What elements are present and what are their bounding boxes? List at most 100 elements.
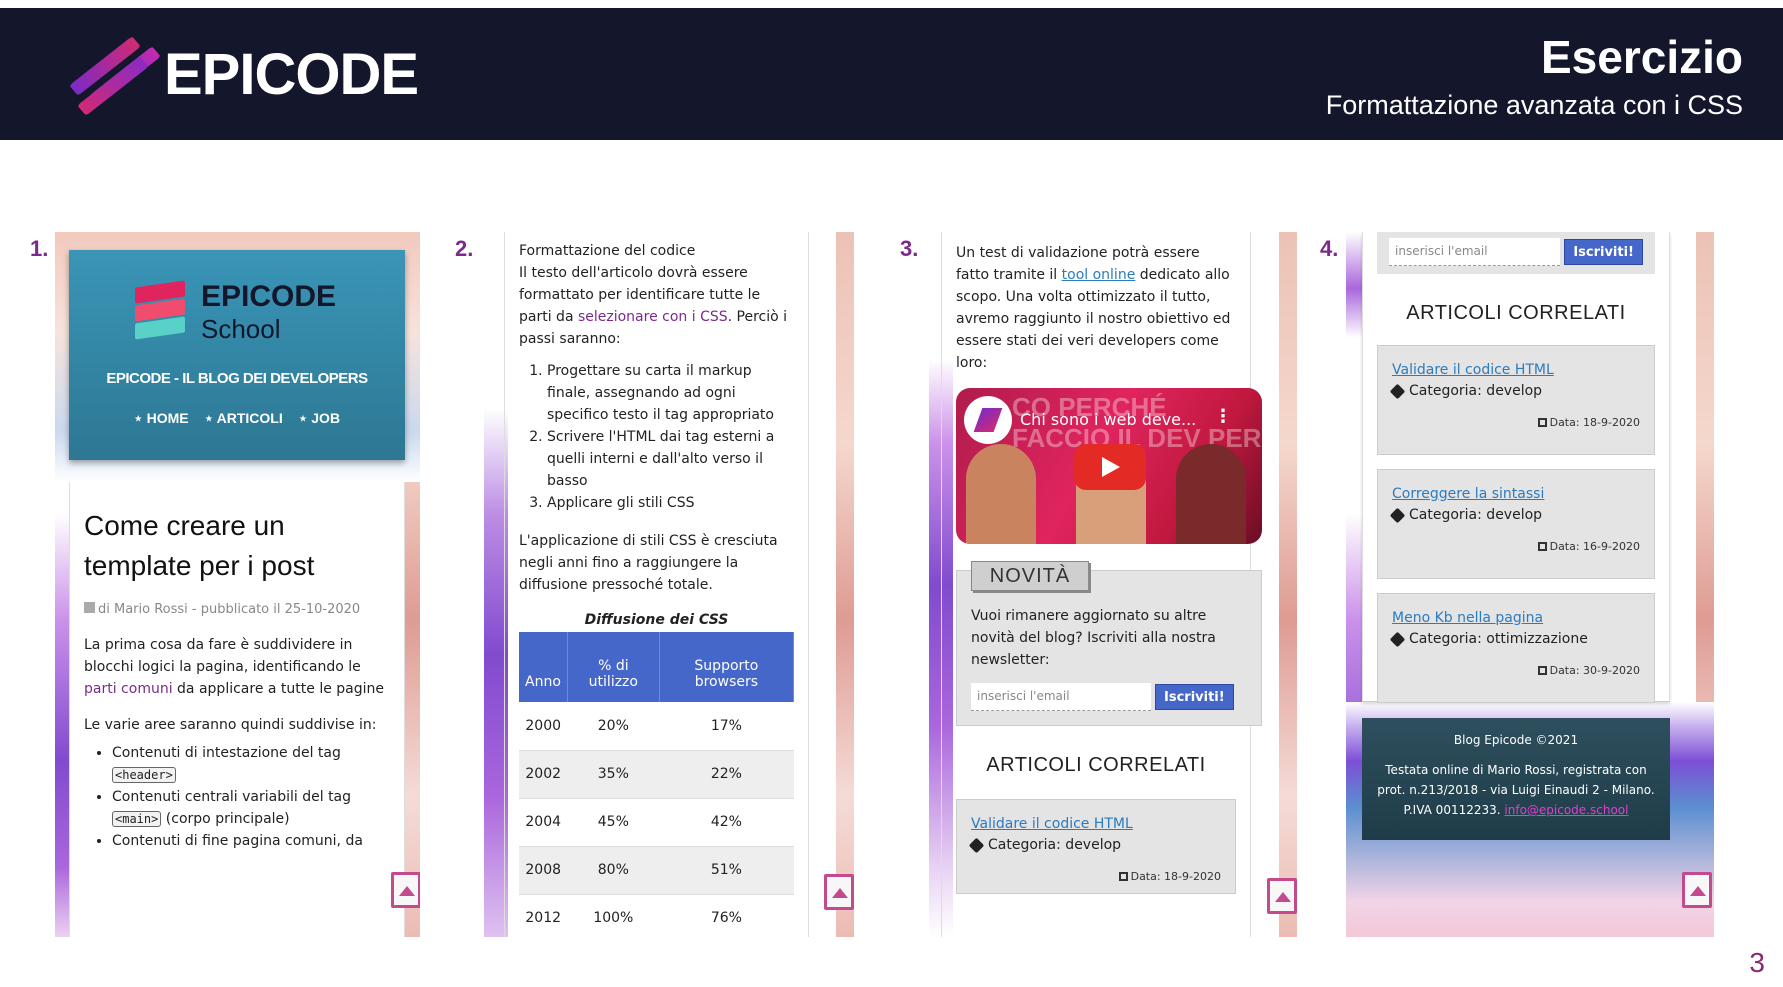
tag-icon [968,837,985,853]
more-options-icon[interactable]: ⋮ [1214,406,1232,427]
footer-email-link[interactable]: info@epicode.school [1504,803,1628,817]
youtube-video-embed[interactable]: CO PERCHÉ FACCIO IL DEV PER Chi sono i w… [956,388,1262,544]
table-row: 2002 35% 22% [519,750,794,799]
school-brand: EPICODE [201,280,337,313]
footer-legal: Testata online di Mario Rossi, registrat… [1377,763,1655,817]
table-header: Supporto browsers [659,632,795,702]
page-number: 3 [1749,947,1765,978]
slide-title: Esercizio [1541,31,1743,83]
tool-online-link[interactable]: tool online [1062,267,1136,283]
article-body: Come creare un template per i post di Ma… [69,482,405,937]
steps-list: Progettare su carta il markup finale, as… [547,360,794,514]
calendar-icon [1118,872,1128,881]
panel-1-screenshot: EPICODE School EPICODE - IL BLOG DEI DEV… [55,232,420,937]
edit-icon [84,602,95,613]
blog-footer: Blog Epicode ©2021 Testata online di Mar… [1362,718,1670,840]
table-row: 2000 20% 17% [519,702,794,751]
school-label: School [201,314,281,344]
email-input[interactable]: inserisci l'email [971,683,1151,711]
footer-copyright: Blog Epicode ©2021 [1453,733,1579,747]
brand-name: EPICODE [164,41,419,107]
table-header: Anno [519,632,568,702]
article-body: inserisci l'email Iscriviti! ARTICOLI CO… [1362,232,1670,703]
subscribe-bar: inserisci l'email Iscriviti! [1377,232,1655,274]
related-article-card: Correggere la sintassi Categoria: develo… [1377,469,1655,579]
related-article-link[interactable]: Validare il codice HTML [1392,360,1640,380]
related-article-date: Data: 18-9-2020 [1392,416,1640,429]
article-title: Come creare un template per i post [84,510,315,581]
slide: EPICODE Esercizio Formattazione avanzata… [0,0,1783,987]
subscribe-form: inserisci l'email Iscriviti! [1389,238,1643,266]
calendar-icon [1537,418,1547,427]
newsletter-text: Vuoi rimanere aggiornato su altre novità… [971,608,1216,668]
panel-3-screenshot: Un test di validazione potrà essere fatt… [929,232,1297,937]
panel-4-screenshot: inserisci l'email Iscriviti! ARTICOLI CO… [1346,232,1714,937]
news-tab: NOVITÀ [971,561,1089,591]
epicode-school-logo-icon [135,280,185,340]
related-article-card: Validare il codice HTML Categoria: devel… [956,799,1236,894]
code-tag: <header> [112,767,176,783]
blog-nav: ⋆ HOME ⋆ ARTICOLI ⋆ JOB [69,410,405,427]
table-row: 2008 80% 51% [519,846,794,895]
email-input[interactable]: inserisci l'email [1389,238,1561,266]
related-article-date: Data: 30-9-2020 [1392,664,1640,677]
slide-header: EPICODE Esercizio Formattazione avanzata… [0,8,1783,140]
play-button-icon[interactable] [1074,444,1146,490]
subscribe-button[interactable]: Iscriviti! [1155,684,1234,710]
scroll-to-top-button[interactable] [1267,878,1297,914]
related-article-link[interactable]: Correggere la sintassi [1392,484,1640,504]
related-article-date: Data: 16-9-2020 [1392,540,1640,553]
related-article-card: Meno Kb nella pagina Categoria: ottimizz… [1377,593,1655,703]
video-person [966,444,1036,544]
slide-subtitle: Formattazione avanzata con i CSS [1325,90,1743,120]
list-item: Applicare gli stili CSS [547,492,794,514]
calendar-icon [1537,542,1547,551]
related-article-category: Categoria: ottimizzazione [1389,628,1640,650]
calendar-icon [1537,666,1547,675]
subscribe-button[interactable]: Iscriviti! [1564,239,1643,265]
code-tag: <main> [112,811,162,827]
related-title: ARTICOLI CORRELATI [1406,302,1626,324]
related-article-card: Validare il codice HTML Categoria: devel… [1377,345,1655,455]
panel-number-4: 4. [1320,236,1339,261]
tag-icon [1389,631,1406,647]
epicode-logo: EPICODE [69,34,419,116]
highlight-text: selezionare con i CSS [577,309,728,325]
article-meta: di Mario Rossi - pubblicato il 25-10-202… [84,600,390,620]
video-person [1176,444,1246,544]
article-paragraph: La prima cosa da fare è suddividere in b… [84,637,384,697]
scroll-to-top-button[interactable] [391,872,420,908]
list-item: Contenuti centrali variabili del tag <ma… [112,786,390,830]
panel-number-1: 1. [30,236,49,261]
table-header: % di utilizzo [567,632,660,702]
blog-header: EPICODE School EPICODE - IL BLOG DEI DEV… [69,250,405,460]
section-heading: Formattazione del codice [519,243,696,259]
related-article-date: Data: 18-9-2020 [971,870,1221,883]
panel-2-screenshot: Formattazione del codice Il testo dell'a… [484,232,854,937]
scroll-to-top-button[interactable] [1682,872,1712,908]
related-article-link[interactable]: Validare il codice HTML [971,814,1221,834]
video-title: Chi sono i web deve... [1020,410,1197,429]
table-row: 2004 45% 42% [519,798,794,847]
article-body: Formattazione del codice Il testo dell'a… [504,232,809,937]
related-article-category: Categoria: develop [1389,380,1640,402]
highlight-text: parti comuni [84,681,173,697]
channel-avatar-icon [964,396,1012,444]
nav-item-articoli[interactable]: ⋆ ARTICOLI [204,410,282,426]
nav-item-job[interactable]: ⋆ JOB [299,410,340,426]
panel-number-3: 3. [900,236,919,261]
article-paragraph: Il testo dell'articolo dovrà essere form… [519,265,788,347]
tag-icon [1389,383,1406,399]
related-article-category: Categoria: develop [1389,504,1640,526]
list-item: Contenuti di fine pagina comuni, da [112,830,390,852]
list-item: Contenuti di intestazione del tag <heade… [112,742,390,786]
list-item: Scrivere l'HTML dai tag esterni a quelli… [547,426,794,492]
article-paragraph: L'applicazione di stili CSS è cresciuta … [519,533,778,593]
list-item: Progettare su carta il markup finale, as… [547,360,794,426]
blog-title: EPICODE - IL BLOG DEI DEVELOPERS [106,370,368,387]
epicode-school-logo: EPICODE School [135,280,355,350]
related-article-link[interactable]: Meno Kb nella pagina [1392,608,1640,628]
nav-item-home[interactable]: ⋆ HOME [134,410,189,426]
decorative-smoke [836,232,854,937]
scroll-to-top-button[interactable] [824,874,854,910]
